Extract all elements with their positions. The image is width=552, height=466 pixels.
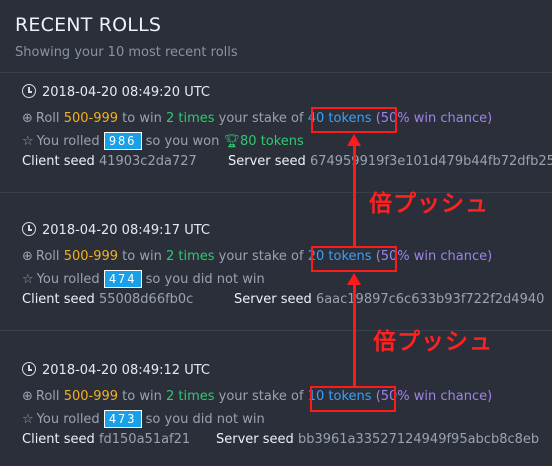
you-rolled-label: You rolled [36, 272, 100, 287]
roll-range: 500-999 [63, 111, 119, 126]
roll-bet-row: ⊕ Roll 500-999 to win 2 times your stake … [22, 249, 492, 264]
won-amount: 80 tokens [240, 134, 304, 149]
client-seed-value[interactable]: 55008d66fb0c [99, 292, 193, 307]
roll-result-row: ☆ You rolled 474 so you did not win [22, 270, 265, 288]
roll-timestamp-row: 2018-04-20 08:49:12 UTC [22, 362, 210, 378]
roll-outcome: so you did not win [145, 272, 265, 287]
roll-label: Roll [35, 249, 60, 264]
roll-timestamp-row: 2018-04-20 08:49:20 UTC [22, 84, 210, 100]
server-seed-value[interactable]: bb3961a33527124949f95abcb8c8eb [298, 432, 539, 447]
roll-seed-row: Client seed 55008d66fb0c [22, 292, 193, 307]
roll-bet-row: ⊕ Roll 500-999 to win 2 times your stake … [22, 389, 492, 404]
clock-icon [22, 362, 36, 376]
roll-label: Roll [35, 389, 60, 404]
roll-timestamp: 2018-04-20 08:49:17 UTC [42, 223, 210, 238]
roll-result-row: ☆ You rolled 986 so you won 🏆︎80 tokens [22, 132, 304, 150]
stake-highlight-box [311, 107, 397, 133]
client-seed-label: Client seed [22, 432, 95, 447]
arrow-up [353, 284, 356, 386]
stake-label: your stake of [218, 249, 304, 264]
roll-server-seed: Server seed 674959919f3e101d479b44fb72df… [228, 154, 552, 169]
roll-timestamp: 2018-04-20 08:49:12 UTC [42, 363, 210, 378]
you-rolled-label: You rolled [36, 412, 100, 427]
arrow-up-head [347, 273, 361, 285]
roll-range: 500-999 [63, 249, 119, 264]
roll-range: 500-999 [63, 389, 119, 404]
roll-timestamp: 2018-04-20 08:49:20 UTC [42, 85, 210, 100]
to-win-label: to win [122, 389, 162, 404]
client-seed-label: Client seed [22, 154, 95, 169]
trophy-icon: 🏆︎ [223, 134, 241, 149]
page-subtitle: Showing your 10 most recent rolls [15, 45, 238, 60]
stake-label: your stake of [218, 389, 304, 404]
to-win-label: to win [122, 111, 162, 126]
roll-entry: 2018-04-20 08:49:17 UTC ⊕ Roll 500-999 to… [22, 222, 552, 312]
clock-icon [22, 222, 36, 236]
client-seed-value[interactable]: 41903c2da727 [99, 154, 197, 169]
roll-entry: 2018-04-20 08:49:12 UTC ⊕ Roll 500-999 to… [22, 362, 552, 452]
rolled-number-badge: 473 [103, 410, 142, 428]
roll-server-seed: Server seed 6aac19897c6c633b93f722f2d494… [234, 292, 544, 307]
server-seed-label: Server seed [228, 154, 306, 169]
stake-highlight-box [310, 386, 396, 412]
roll-label: Roll [35, 111, 60, 126]
roll-multiplier: 2 times [165, 389, 215, 404]
client-seed-label: Client seed [22, 292, 95, 307]
client-seed-value[interactable]: fd150a51af21 [99, 432, 190, 447]
double-push-annotation: 倍プッシュ [369, 191, 489, 217]
roll-outcome: so you did not win [145, 412, 265, 427]
server-seed-label: Server seed [234, 292, 312, 307]
clock-icon [22, 84, 36, 98]
divider [0, 72, 552, 73]
roll-bet-row: ⊕ Roll 500-999 to win 2 times your stake … [22, 111, 492, 126]
stake-label: your stake of [218, 111, 304, 126]
star-icon: ☆ [22, 412, 34, 427]
roll-server-seed: Server seed bb3961a33527124949f95abcb8c8… [216, 432, 539, 447]
roll-seed-row: Client seed 41903c2da727 [22, 154, 197, 169]
star-icon: ☆ [22, 134, 34, 149]
server-seed-value[interactable]: 674959919f3e101d479b44fb72dfb25 [310, 154, 552, 169]
you-rolled-label: You rolled [36, 134, 100, 149]
page-title: RECENT ROLLS [15, 14, 162, 36]
server-seed-value[interactable]: 6aac19897c6c633b93f722f2d4940 [316, 292, 544, 307]
roll-seed-row: Client seed fd150a51af21 [22, 432, 190, 447]
rolled-number-badge: 986 [103, 132, 142, 150]
server-seed-label: Server seed [216, 432, 294, 447]
roll-result-row: ☆ You rolled 473 so you did not win [22, 410, 265, 428]
double-push-annotation: 倍プッシュ [373, 329, 493, 355]
crosshair-icon: ⊕ [22, 389, 33, 404]
rolled-number-badge: 474 [103, 270, 142, 288]
arrow-up [353, 145, 356, 246]
stake-highlight-box [311, 246, 397, 272]
roll-outcome: so you won [145, 134, 220, 149]
arrow-up-head [347, 134, 361, 146]
roll-multiplier: 2 times [165, 111, 215, 126]
roll-entry: 2018-04-20 08:49:20 UTC ⊕ Roll 500-999 to… [22, 84, 552, 174]
roll-multiplier: 2 times [165, 249, 215, 264]
crosshair-icon: ⊕ [22, 111, 33, 126]
star-icon: ☆ [22, 272, 34, 287]
roll-timestamp-row: 2018-04-20 08:49:17 UTC [22, 222, 210, 238]
crosshair-icon: ⊕ [22, 249, 33, 264]
to-win-label: to win [122, 249, 162, 264]
